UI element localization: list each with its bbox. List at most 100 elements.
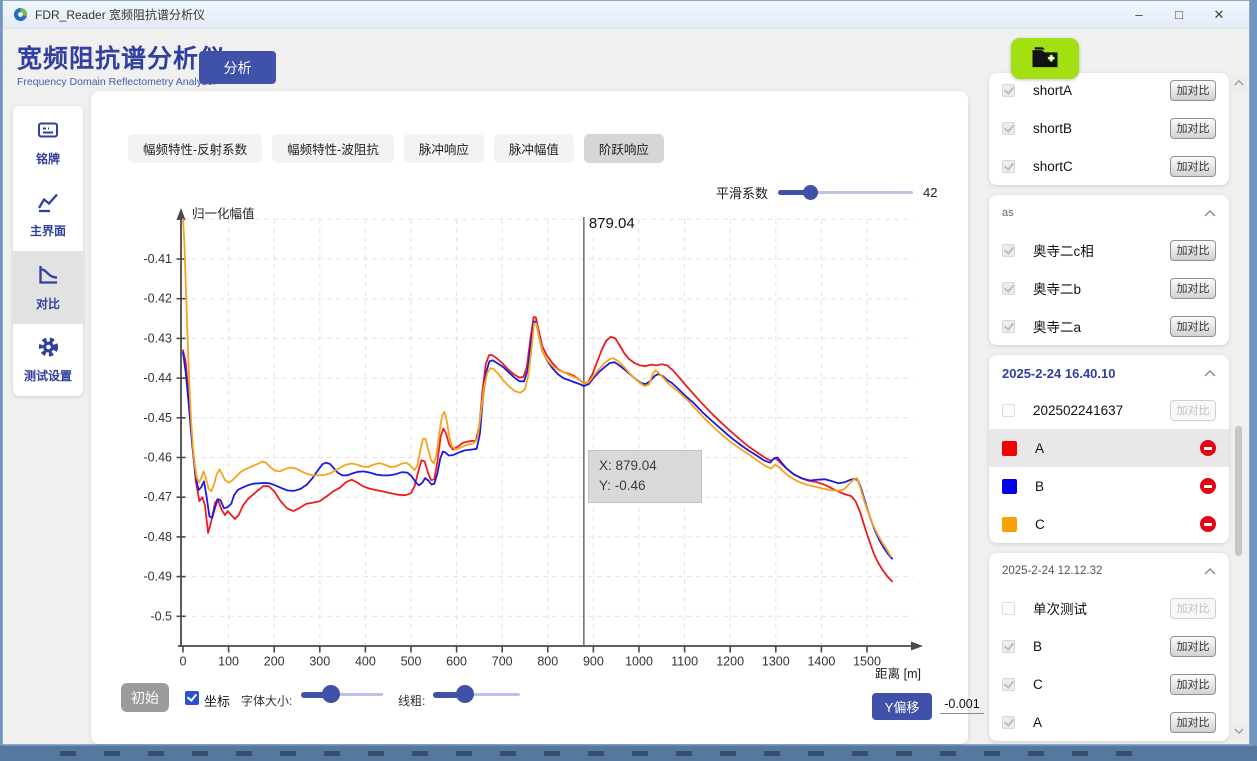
measurement-group-card: as 奥寺二c相加对比奥寺二b加对比奥寺二a加对比 [989,195,1229,345]
checked-checkbox[interactable] [1002,122,1015,135]
measurement-label: shortA [1033,83,1170,98]
line-chart-icon [35,190,61,219]
add-compare-button[interactable]: 加对比 [1170,674,1216,695]
measurement-row[interactable]: A [989,429,1229,467]
scrollbar-thumb[interactable] [1235,426,1242,556]
measurement-label: A [1033,715,1170,730]
app-brand: 宽频阻抗谱分析仪 Frequency Domain Reflectometry … [17,39,225,88]
y-offset-button[interactable]: Y偏移 [872,693,932,720]
add-compare-button[interactable]: 加对比 [1170,598,1216,619]
slider-thumb[interactable] [322,685,340,703]
y-offset-input[interactable] [940,695,984,714]
coordinates-checkbox[interactable] [185,691,199,705]
remove-series-button[interactable] [1200,516,1216,532]
measurement-row[interactable]: 奥寺二b加对比 [989,269,1229,307]
add-compare-button[interactable]: 加对比 [1170,712,1216,733]
tab-3[interactable]: 脉冲幅值 [494,134,574,163]
measurement-row[interactable]: B [989,467,1229,505]
sidebar-item-3[interactable]: 测试设置 [13,324,83,397]
minimize-button[interactable]: – [1119,7,1159,23]
add-compare-group-button[interactable] [1011,38,1079,79]
svg-text:1400: 1400 [807,655,835,669]
svg-text:-0.44: -0.44 [144,371,173,385]
scrollbar-down-arrow[interactable] [1231,723,1247,739]
measurement-row[interactable]: 奥寺二c相加对比 [989,231,1229,269]
measurement-row[interactable]: B加对比 [989,627,1229,665]
remove-series-button[interactable] [1200,478,1216,494]
checked-checkbox[interactable] [1002,282,1015,295]
step-response-chart[interactable]: 0100200300400500600700800900100011001200… [143,201,943,681]
close-button[interactable]: ✕ [1199,7,1239,23]
add-compare-button[interactable]: 加对比 [1170,118,1216,139]
measurement-label: shortB [1033,121,1170,136]
checked-checkbox[interactable] [1002,84,1015,97]
checked-checkbox[interactable] [1002,244,1015,257]
measurement-row[interactable]: C加对比 [989,665,1229,703]
chevron-up-icon[interactable] [1204,370,1216,377]
group-header[interactable]: 2025-2-24 16.40.10 [989,355,1229,391]
sidebar-item-label: 铭牌 [36,150,60,167]
slider-thumb[interactable] [456,685,474,703]
measurement-row[interactable]: A加对比 [989,703,1229,741]
remove-series-button[interactable] [1200,440,1216,456]
sidebar-item-2[interactable]: 对比 [13,251,83,324]
sidebar-item-0[interactable]: 铭牌 [13,106,83,179]
tab-0[interactable]: 幅频特性-反射系数 [128,134,262,163]
nameplate-icon [35,118,61,147]
slider-thumb[interactable] [803,185,818,200]
scrollbar-up-arrow[interactable] [1231,75,1247,91]
svg-text:归一化幅值: 归一化幅值 [192,206,255,221]
group-header[interactable]: as [989,195,1229,231]
svg-text:-0.48: -0.48 [144,530,173,544]
app-window: FDR_Reader 宽频阻抗谱分析仪 – □ ✕ 宽频阻抗谱分析仪 Frequ… [2,0,1250,745]
add-compare-button[interactable]: 加对比 [1170,400,1216,421]
svg-text:200: 200 [264,655,285,669]
measurement-row[interactable]: 单次测试加对比 [989,589,1229,627]
svg-text:-0.47: -0.47 [144,490,173,504]
svg-text:500: 500 [401,655,422,669]
svg-text:-0.45: -0.45 [144,411,173,425]
add-compare-button[interactable]: 加对比 [1170,80,1216,101]
add-compare-button[interactable]: 加对比 [1170,156,1216,177]
checked-checkbox[interactable] [1002,640,1015,653]
reset-button[interactable]: 初始 [121,683,169,712]
measurement-row[interactable]: shortB加对比 [989,109,1229,147]
checked-checkbox[interactable] [1002,678,1015,691]
checked-checkbox[interactable] [1002,320,1015,333]
tab-2[interactable]: 脉冲响应 [404,134,484,163]
add-compare-button[interactable]: 加对比 [1170,278,1216,299]
unchecked-checkbox[interactable] [1002,404,1015,417]
svg-text:800: 800 [537,655,558,669]
measurement-group-card: 2025-2-24 12.12.32单次测试加对比B加对比C加对比A加对比 [989,553,1229,741]
measurement-row[interactable]: C [989,505,1229,543]
svg-text:1100: 1100 [671,655,698,669]
add-compare-button[interactable]: 加对比 [1170,636,1216,657]
chevron-up-icon[interactable] [1204,210,1216,217]
group-title: as [1002,207,1014,219]
tab-4[interactable]: 阶跃响应 [584,134,664,163]
app-logo-icon [13,7,28,22]
tab-1[interactable]: 幅频特性-波阻抗 [272,134,394,163]
smoothing-slider[interactable] [778,185,913,200]
measurement-row[interactable]: 奥寺二a加对比 [989,307,1229,345]
chart-area[interactable]: 0100200300400500600700800900100011001200… [143,201,943,681]
measurement-label: 单次测试 [1033,598,1170,618]
analyze-button[interactable]: 分析 [199,51,276,84]
add-compare-button[interactable]: 加对比 [1170,240,1216,261]
checked-checkbox[interactable] [1002,160,1015,173]
group-header[interactable]: 2025-2-24 12.12.32 [989,553,1229,589]
measurement-row[interactable]: 202502241637加对比 [989,391,1229,429]
maximize-button[interactable]: □ [1159,7,1199,23]
cursor-tooltip: X: 879.04 Y: -0.46 [588,450,702,503]
line-width-slider[interactable] [433,685,520,703]
chevron-up-icon[interactable] [1204,568,1216,575]
checked-checkbox[interactable] [1002,716,1015,729]
unchecked-checkbox[interactable] [1002,602,1015,615]
sidebar-item-1[interactable]: 主界面 [13,179,83,252]
tooltip-x: X: 879.04 [599,456,691,476]
font-size-slider[interactable] [301,685,383,703]
svg-text:600: 600 [446,655,467,669]
add-compare-button[interactable]: 加对比 [1170,316,1216,337]
measurement-row[interactable]: shortC加对比 [989,147,1229,185]
compare-curve-icon [35,263,61,292]
